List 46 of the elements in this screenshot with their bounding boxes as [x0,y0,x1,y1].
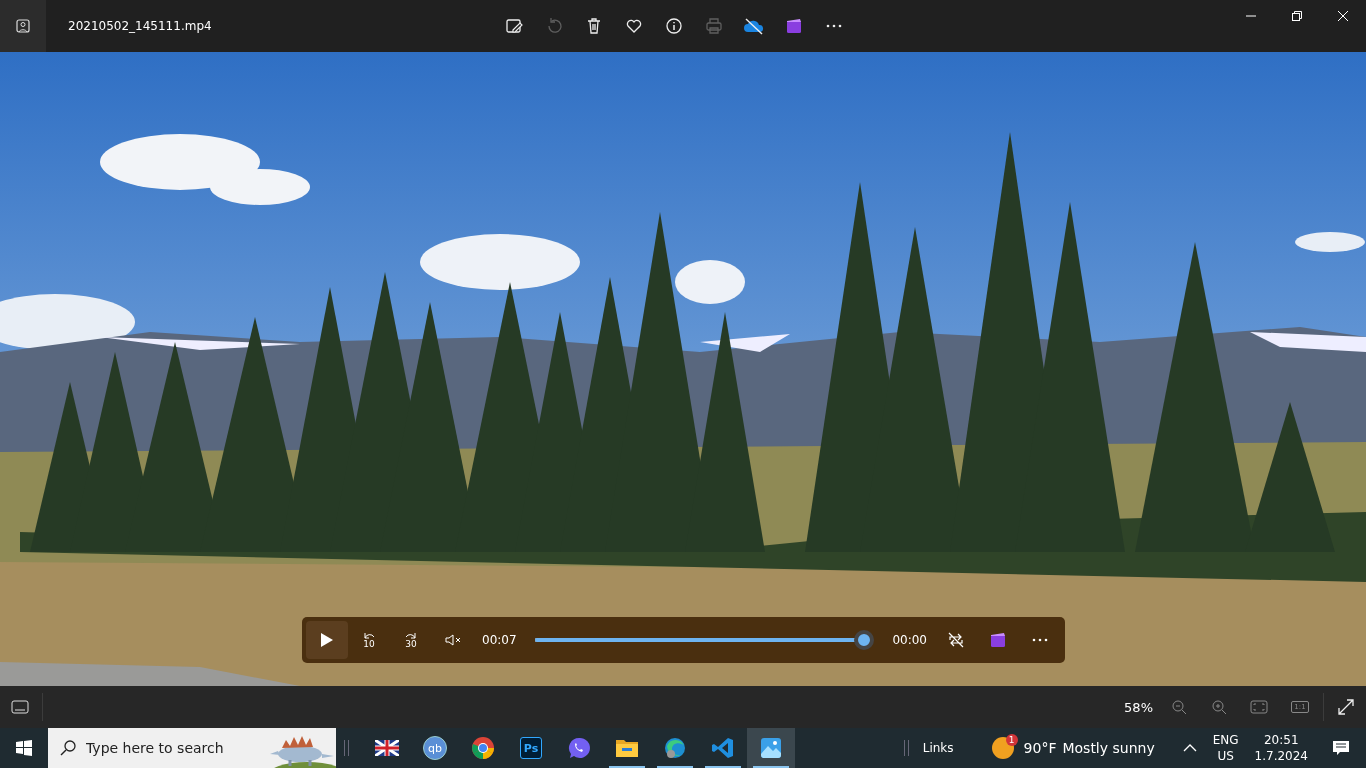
photos-app-icon [759,736,783,760]
message-icon [1332,740,1350,756]
play-icon [320,632,334,648]
chevron-up-icon [1182,744,1197,752]
rewind-arrow-icon [363,631,375,639]
input-language-button[interactable]: ENG US [1204,728,1247,768]
clapperboard-icon [989,631,1007,649]
weather-widget[interactable]: 1 90°F Mostly sunny [991,728,1161,768]
elapsed-time: 00:07 [482,633,517,647]
folder-icon [615,738,639,758]
minimize-icon [1246,15,1256,17]
clock-button[interactable]: 20:51 1.7.2024 [1246,728,1316,768]
window-title: 20210502_145111.mp4 [68,19,213,33]
taskbar-app-button[interactable] [747,728,795,768]
browser-logo-icon [471,736,495,760]
fit-frame-icon [1250,700,1268,714]
play-button[interactable] [306,621,348,659]
zoom-out-icon [1171,699,1187,715]
zoom-in-icon [1211,699,1227,715]
forward-arrow-icon [405,631,417,639]
windows-logo-icon [16,740,32,756]
app-logo: Ps [520,737,542,759]
close-icon [1338,11,1348,21]
zoom-level: 58% [1124,699,1153,715]
muted-speaker-icon [444,632,462,648]
remaining-time: 00:00 [892,633,927,647]
taskbar-app-button[interactable]: Ps [507,728,555,768]
phone-bubble-icon [567,736,591,760]
search-input[interactable]: Type here to search [86,740,256,756]
filmstrip-icon [11,700,29,714]
browser-logo-icon [663,736,687,760]
app-logo: qb [423,736,447,760]
search-icon [60,740,76,756]
links-toolbar-label[interactable]: Links [922,741,954,755]
temperature: 90°F [1023,740,1057,756]
weather-condition: Mostly sunny [1062,740,1155,756]
skip-forward-button[interactable]: 30 [390,621,432,659]
skip-back-button[interactable]: 10 [348,621,390,659]
more-icon [1032,638,1048,642]
expand-icon [1338,699,1354,715]
picture-icon [15,18,31,34]
code-editor-logo-icon [711,736,735,760]
crossed-repeat-icon [947,631,965,649]
flag-icon [375,740,399,756]
restore-icon [1292,11,1302,21]
slider-thumb[interactable] [854,630,875,650]
